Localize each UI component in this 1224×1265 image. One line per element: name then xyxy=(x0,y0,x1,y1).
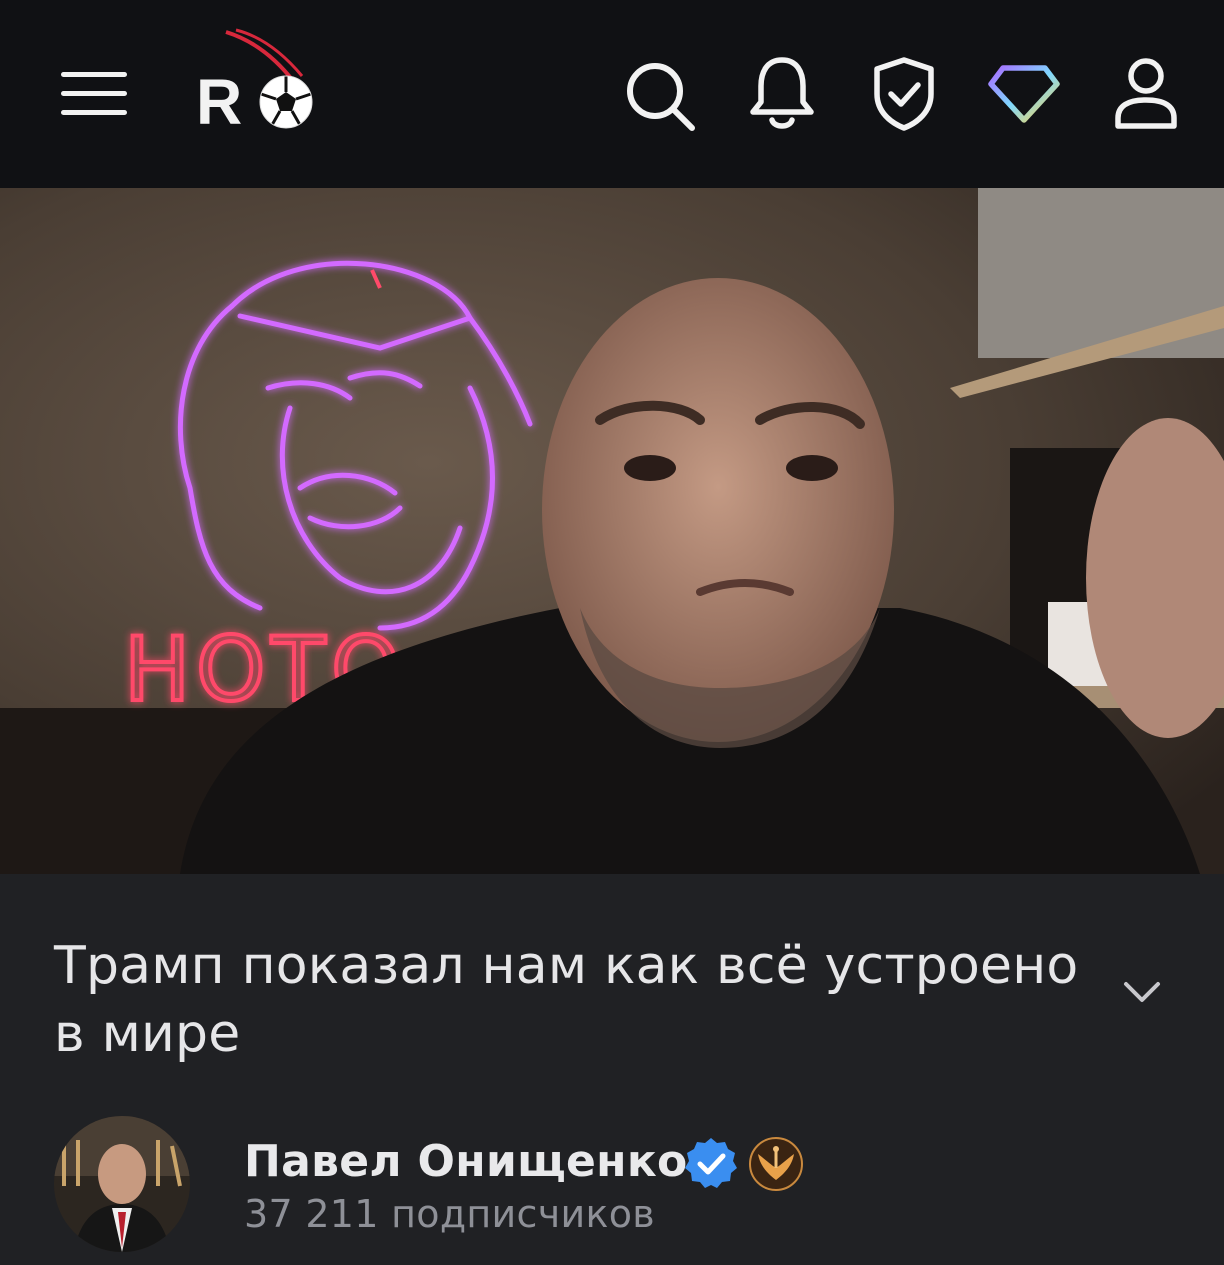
security-button[interactable] xyxy=(866,54,942,134)
hamburger-menu-icon xyxy=(61,72,127,115)
video-thumbnail: НОТО xyxy=(0,188,1224,874)
channel-info: Павел Онищенко 37 211 подписчиков xyxy=(0,1084,1224,1265)
football-icon xyxy=(259,75,313,129)
bell-icon xyxy=(750,57,814,129)
chevron-down-icon xyxy=(1124,982,1160,1002)
subscriber-count: 37 211 подписчиков xyxy=(244,1192,655,1236)
video-player[interactable]: НОТО xyxy=(0,188,1224,874)
notifications-button[interactable] xyxy=(742,54,822,134)
diamond-icon xyxy=(988,65,1060,123)
verified-check-icon xyxy=(685,1138,737,1188)
user-icon xyxy=(1115,58,1177,129)
expand-description-button[interactable] xyxy=(1112,970,1172,1014)
premium-button[interactable] xyxy=(984,56,1064,132)
site-logo[interactable]: R xyxy=(190,22,330,132)
shield-check-icon xyxy=(874,57,934,131)
logo-text: R xyxy=(196,66,242,132)
channel-name[interactable]: Павел Онищенко xyxy=(244,1136,688,1187)
profile-button[interactable] xyxy=(1108,54,1184,134)
top-navigation-bar: R xyxy=(0,0,1224,188)
search-icon xyxy=(627,63,695,131)
phoenix-badge-icon xyxy=(749,1137,803,1191)
verified-badge xyxy=(684,1136,738,1190)
video-title: Трамп показал нам как всё устроено в мир… xyxy=(54,936,1079,1064)
author-badge xyxy=(748,1136,804,1192)
search-button[interactable] xyxy=(620,56,700,136)
menu-button[interactable] xyxy=(56,62,132,126)
avatar-icon xyxy=(54,1116,190,1252)
channel-avatar[interactable] xyxy=(54,1116,190,1252)
video-title-section: Трамп показал нам как всё устроено в мир… xyxy=(0,874,1224,1084)
